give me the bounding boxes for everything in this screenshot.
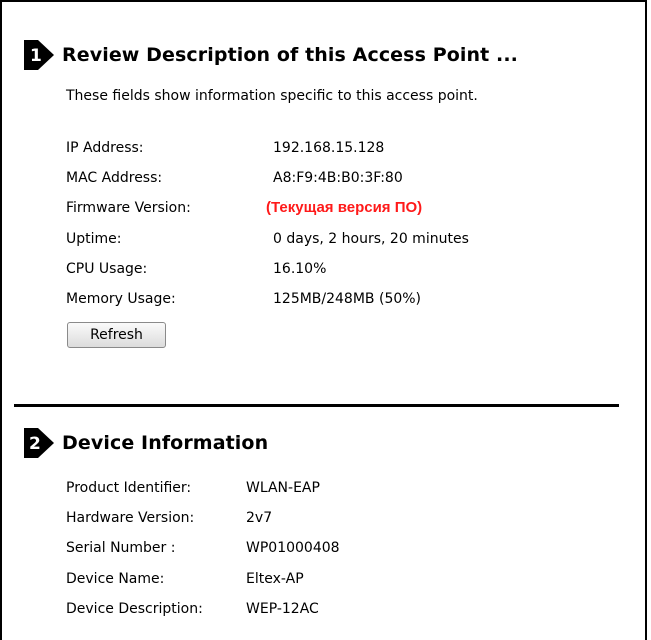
section-2-header: 2 Device Information [24,428,268,458]
product-identifier-label: Product Identifier: [66,480,192,496]
ip-address-value: 192.168.15.128 [273,140,385,156]
uptime-label: Uptime: [66,231,122,247]
section-divider [14,404,619,407]
ip-address-label: IP Address: [66,140,144,156]
cpu-usage-label: CPU Usage: [66,261,148,277]
firmware-version-value: (Текущая версия ПО) [266,199,423,216]
uptime-value: 0 days, 2 hours, 20 minutes [273,231,469,247]
step-1-number: 1 [30,46,42,66]
serial-number-value: WP01000408 [246,540,340,556]
step-2-number: 2 [29,434,41,454]
device-name-value: Eltex-AP [246,571,304,587]
product-identifier-value: WLAN-EAP [246,480,320,496]
memory-usage-label: Memory Usage: [66,291,176,307]
hardware-version-label: Hardware Version: [66,510,195,526]
section-1-header: 1 Review Description of this Access Poin… [24,40,518,70]
mac-address-label: MAC Address: [66,170,163,186]
device-description-value: WEP-12AC [246,601,319,617]
mac-address-value: A8:F9:4B:B0:3F:80 [273,170,403,186]
section-1-title: Review Description of this Access Point … [62,44,518,66]
refresh-button[interactable]: Refresh [67,322,166,348]
step-2-arrow-icon: 2 [24,428,54,458]
step-1-arrow-icon: 1 [24,40,54,70]
section-2-title: Device Information [62,432,269,454]
hardware-version-value: 2v7 [246,510,273,526]
device-description-label: Device Description: [66,601,203,617]
memory-usage-value: 125MB/248MB (50%) [273,291,422,307]
section-1-description: These fields show information specific t… [66,88,478,104]
cpu-usage-value: 16.10% [273,261,327,277]
device-name-label: Device Name: [66,571,165,587]
serial-number-label: Serial Number : [66,540,176,556]
firmware-version-label: Firmware Version: [66,200,191,216]
